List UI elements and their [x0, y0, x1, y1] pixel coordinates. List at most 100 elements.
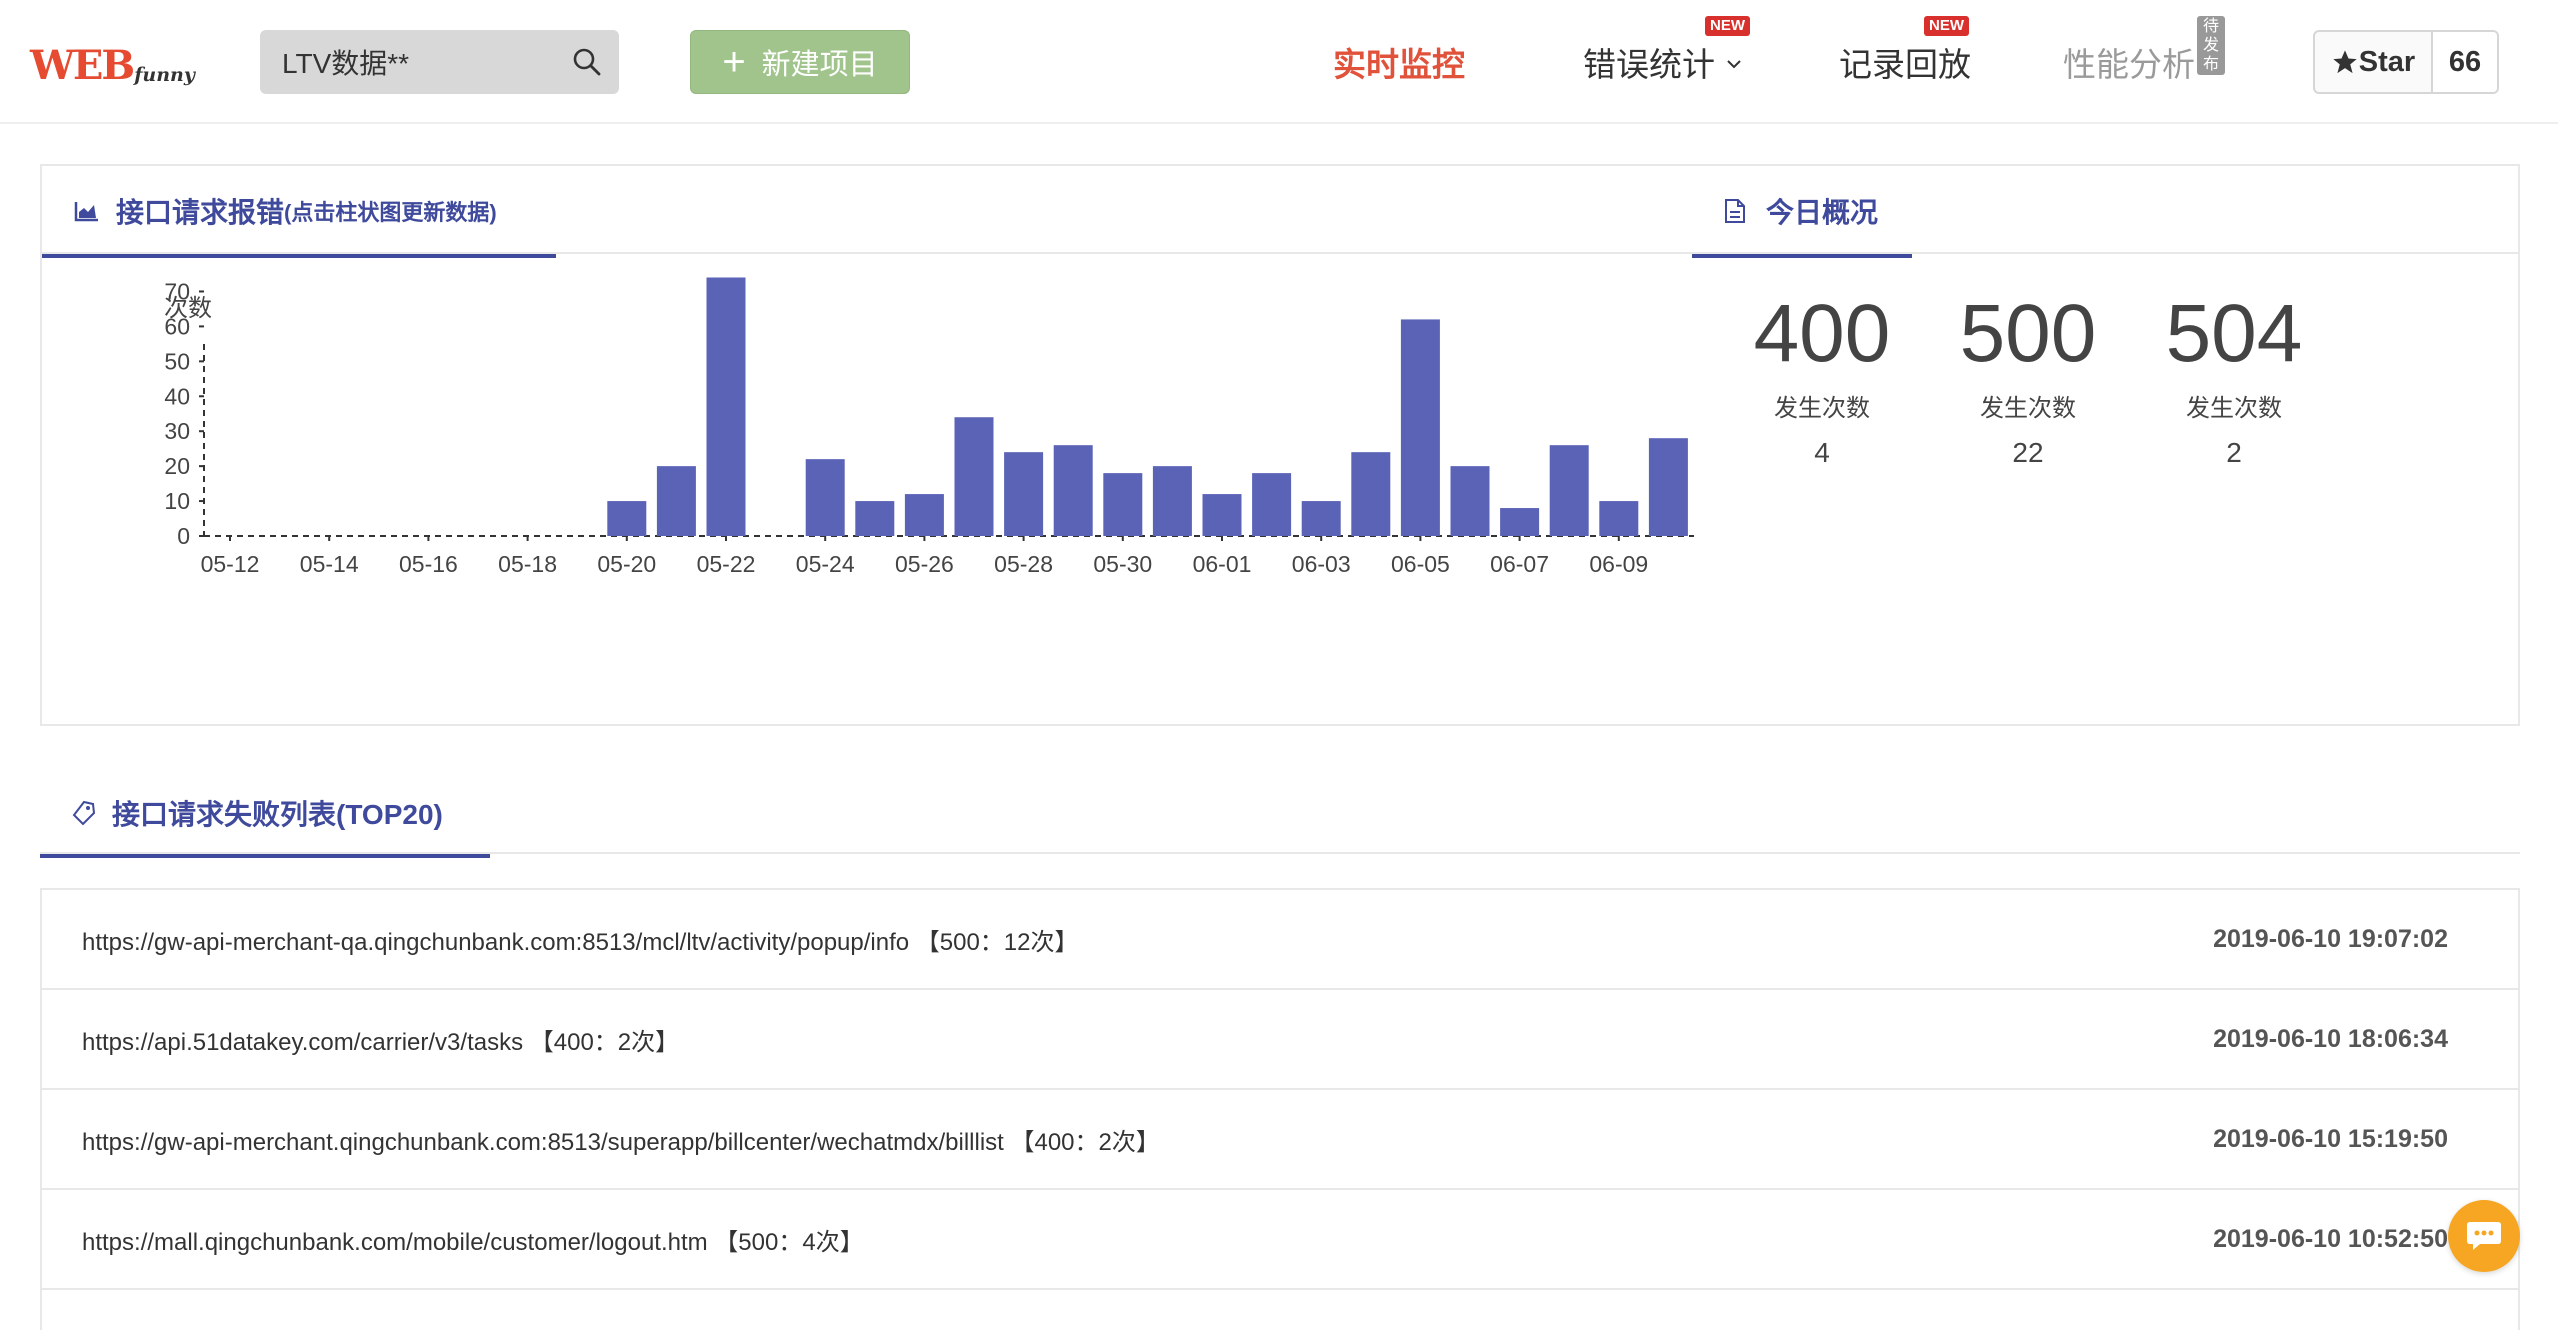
status-count: 22 [2012, 437, 2044, 468]
x-tick-label: 06-07 [1490, 551, 1549, 577]
request-url[interactable]: https://mall.qingchunbank.com/mobile/cus… [82, 1222, 2213, 1257]
x-tick-label: 06-05 [1391, 551, 1450, 577]
tab-subtitle: (点击柱状图更新数据) [284, 200, 497, 225]
request-time: 2019-06-10 10:52:50 [2213, 1224, 2448, 1253]
chart-bar[interactable] [1152, 466, 1192, 536]
new-project-button[interactable]: + 新建项目 [690, 30, 910, 94]
chart-bar[interactable] [1004, 452, 1044, 536]
star-icon [2333, 50, 2357, 74]
chart-bar[interactable] [1648, 438, 1688, 536]
y-tick-label: 10 [164, 488, 190, 514]
chevron-down-icon [1727, 60, 1741, 69]
status-code: 400 [1753, 288, 1891, 379]
chart-bar[interactable] [656, 466, 696, 536]
x-tick-label: 06-03 [1292, 551, 1351, 577]
nav-error-stats[interactable]: NEW 错误统计 [1583, 16, 1750, 84]
chart-bar[interactable] [1549, 445, 1589, 536]
new-badge: NEW [1924, 16, 1969, 36]
logo-main-text: WEB [30, 42, 135, 89]
y-tick-label: 70 [164, 278, 190, 304]
nav-label: 实时监控 [1333, 46, 1465, 83]
failed-requests-header: 接口请求失败列表(TOP20) [40, 770, 2520, 858]
chat-support-button[interactable] [2448, 1200, 2520, 1272]
search-icon[interactable] [555, 30, 619, 94]
nav-realtime-monitor[interactable]: 实时监控 [1333, 40, 1465, 84]
list-item[interactable]: https://mall.qingchunbank.com/mobile/cus… [40, 1190, 2520, 1290]
request-time: 2019-06-10 18:06:34 [2213, 1024, 2448, 1053]
chart-svg[interactable]: 次数01020304050607005-12 05-14 05-16 05-18 05-… [102, 274, 1702, 694]
tab-failed-requests[interactable]: 接口请求失败列表(TOP20) [40, 770, 490, 858]
list-item[interactable]: https://gw-api-merchant-qa.qingchunbank.… [40, 890, 2520, 990]
chart-bar[interactable] [607, 501, 647, 536]
tab-underline [40, 854, 490, 858]
logo[interactable]: WEB funny [30, 38, 195, 88]
tab-underline [1692, 254, 1912, 258]
chart-bar[interactable] [1400, 319, 1440, 536]
x-tick-label: 05-30 [1093, 551, 1152, 577]
pending-badge: 待发布 [2197, 16, 2226, 75]
x-tick-label: 05-20 [597, 551, 656, 577]
nav-label: 性能分析 [2063, 46, 2195, 83]
search-input[interactable]: LTV数据** [282, 42, 555, 82]
x-tick-label: 06-09 [1589, 551, 1648, 577]
chart-bar[interactable] [904, 494, 944, 536]
tab-today-overview[interactable]: 今日概况 [1692, 166, 1912, 258]
x-tick-label: 05-28 [994, 551, 1053, 577]
request-url[interactable]: https://gw-api-merchant.qingchunbank.com… [82, 1122, 2213, 1157]
request-url[interactable]: https://api.51datakey.com/carrier/v3/tas… [82, 1022, 2213, 1057]
chart-bar[interactable] [706, 277, 746, 536]
project-search[interactable]: LTV数据** [260, 30, 619, 94]
top-header: WEB funny LTV数据** + 新建项目 实时监控 NEW 错误统计 N… [0, 0, 2558, 124]
y-tick-label: 40 [164, 383, 190, 409]
status-count: 2 [2226, 437, 2242, 468]
x-tick-label: 05-22 [697, 551, 756, 577]
chart-bar[interactable] [805, 459, 845, 536]
github-star-widget[interactable]: Star 66 [2313, 30, 2499, 94]
chart-bar[interactable] [1202, 494, 1242, 536]
x-tick-label: 05-26 [895, 551, 954, 577]
chart-bar[interactable] [954, 417, 994, 536]
nav-record-replay[interactable]: NEW 记录回放 [1839, 16, 1971, 84]
y-tick-label: 50 [164, 348, 190, 374]
x-tick-label: 05-24 [796, 551, 855, 577]
x-tick-label: 05-18 [498, 551, 557, 577]
chart-bar[interactable] [855, 501, 895, 536]
new-badge: NEW [1705, 16, 1750, 36]
y-tick-label: 30 [164, 418, 190, 444]
x-tick-label: 05-14 [300, 551, 359, 577]
list-item[interactable]: https://api.51datakey.com/carrier/v3/tas… [40, 990, 2520, 1090]
chart-bar[interactable] [1103, 473, 1143, 536]
chart-bar[interactable] [1450, 466, 1490, 536]
nav-performance[interactable]: 待发布 性能分析 [2063, 16, 2226, 84]
tab-api-errors[interactable]: 接口请求报错 (点击柱状图更新数据) [42, 166, 556, 258]
overview-item-400: 400 发生次数 4 [1722, 286, 1922, 469]
failed-requests-list: https://gw-api-merchant-qa.qingchunbank.… [40, 888, 2520, 1330]
logo-sub-text: funny [134, 64, 195, 86]
status-label: 发生次数 [1980, 395, 2076, 422]
chart-bar[interactable] [1599, 501, 1639, 536]
plus-icon: + [722, 40, 746, 84]
chart-bar[interactable] [1351, 452, 1391, 536]
list-item[interactable]: https://gw-api-merchant.qingchunbank.com… [40, 1090, 2520, 1190]
tab-title: 接口请求报错 [116, 197, 285, 228]
nav-label: 错误统计 [1583, 46, 1715, 83]
chart-bar[interactable] [1252, 473, 1292, 536]
overview-panel: 接口请求报错 (点击柱状图更新数据) 今日概况 次数 0 10 20 30 40 50 60 70… [40, 164, 2520, 726]
nav-label: 记录回放 [1839, 46, 1971, 83]
tag-icon [72, 800, 96, 826]
x-tick-label: 06-01 [1193, 551, 1252, 577]
overview-item-500: 500 发生次数 22 [1928, 286, 2128, 469]
status-count: 4 [1814, 437, 1830, 468]
list-item-partial[interactable] [40, 1290, 2520, 1330]
error-bar-chart[interactable]: 次数 0 10 20 30 40 50 60 70 05-12 05-14 05-16 05-18 05-… [102, 274, 1702, 694]
status-code: 500 [1959, 288, 2097, 379]
chart-bar[interactable] [1500, 508, 1540, 536]
document-icon [1725, 199, 1745, 223]
star-button[interactable]: Star [2315, 32, 2433, 92]
chat-bubble-icon [2467, 1222, 2501, 1250]
chart-bar[interactable] [1301, 501, 1341, 536]
request-url[interactable]: https://gw-api-merchant-qa.qingchunbank.… [82, 922, 2213, 957]
chart-bar[interactable] [1053, 445, 1093, 536]
star-count[interactable]: 66 [2433, 32, 2497, 92]
status-code: 504 [2165, 288, 2303, 379]
